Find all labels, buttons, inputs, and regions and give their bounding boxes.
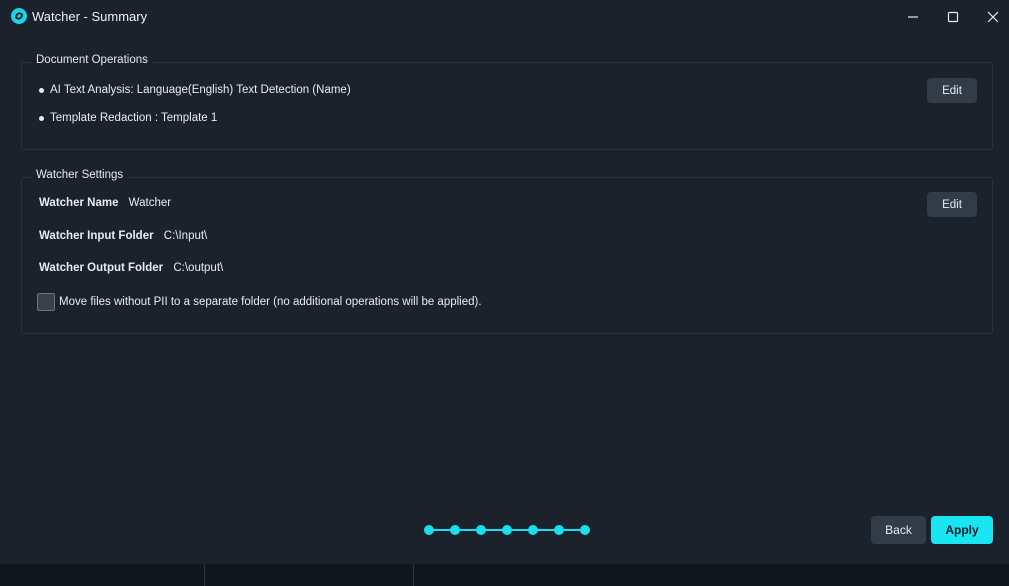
stepper-dot-7 bbox=[580, 525, 590, 535]
watcher-name-key: Watcher Name bbox=[39, 197, 119, 209]
edit-watcher-settings-button[interactable]: Edit bbox=[927, 192, 977, 217]
document-operations-title: Document Operations bbox=[32, 54, 152, 66]
watcher-input-folder-row: Watcher Input Folder C:\Input\ bbox=[39, 230, 207, 242]
move-files-checkbox[interactable] bbox=[37, 293, 55, 311]
watcher-output-folder-value: C:\output\ bbox=[173, 262, 224, 274]
maximize-button[interactable] bbox=[933, 4, 973, 30]
watcher-settings-title: Watcher Settings bbox=[32, 169, 128, 181]
stepper-dot-3 bbox=[476, 525, 486, 535]
operation-item-label: Template Redaction : Template 1 bbox=[50, 112, 218, 124]
progress-stepper bbox=[424, 524, 590, 536]
document-operations-panel: Document Operations AI Text Analysis: La… bbox=[21, 54, 993, 150]
apply-button[interactable]: Apply bbox=[931, 516, 993, 544]
stepper-dot-2 bbox=[450, 525, 460, 535]
stepper-dot-6 bbox=[554, 525, 564, 535]
maximize-icon bbox=[947, 11, 959, 23]
bullet-icon bbox=[39, 115, 44, 121]
strip-divider bbox=[204, 564, 205, 586]
watcher-app-icon bbox=[11, 8, 27, 24]
operation-item: Template Redaction : Template 1 bbox=[39, 112, 217, 124]
stepper-dot-5 bbox=[528, 525, 538, 535]
watcher-input-folder-value: C:\Input\ bbox=[163, 230, 208, 242]
window-title: Watcher - Summary bbox=[32, 9, 148, 24]
operation-item-label: AI Text Analysis: Language(English) Text… bbox=[50, 84, 351, 96]
close-button[interactable] bbox=[973, 4, 1009, 30]
operation-item: AI Text Analysis: Language(English) Text… bbox=[39, 84, 351, 96]
watcher-summary-window: Watcher - Summary Document Operations AI… bbox=[0, 0, 1009, 586]
stepper-dot-4 bbox=[502, 525, 512, 535]
close-icon bbox=[987, 11, 999, 23]
strip-divider bbox=[413, 564, 414, 586]
move-files-label: Move files without PII to a separate fol… bbox=[59, 296, 482, 308]
minimize-button[interactable] bbox=[893, 4, 933, 30]
bottom-strip bbox=[0, 564, 1009, 586]
watcher-settings-panel: Watcher Settings Watcher Name Watcher Wa… bbox=[21, 169, 993, 334]
stepper-dot-1 bbox=[424, 525, 434, 535]
title-bar: Watcher - Summary bbox=[0, 0, 1009, 33]
watcher-output-folder-row: Watcher Output Folder C:\output\ bbox=[39, 262, 223, 274]
back-button[interactable]: Back bbox=[871, 516, 926, 544]
watcher-name-row: Watcher Name Watcher bbox=[39, 197, 171, 209]
watcher-input-folder-key: Watcher Input Folder bbox=[39, 230, 154, 242]
minimize-icon bbox=[908, 16, 918, 18]
watcher-output-folder-key: Watcher Output Folder bbox=[39, 262, 164, 274]
watcher-name-value: Watcher bbox=[128, 197, 172, 209]
edit-document-operations-button[interactable]: Edit bbox=[927, 78, 977, 103]
bullet-icon bbox=[39, 87, 44, 93]
